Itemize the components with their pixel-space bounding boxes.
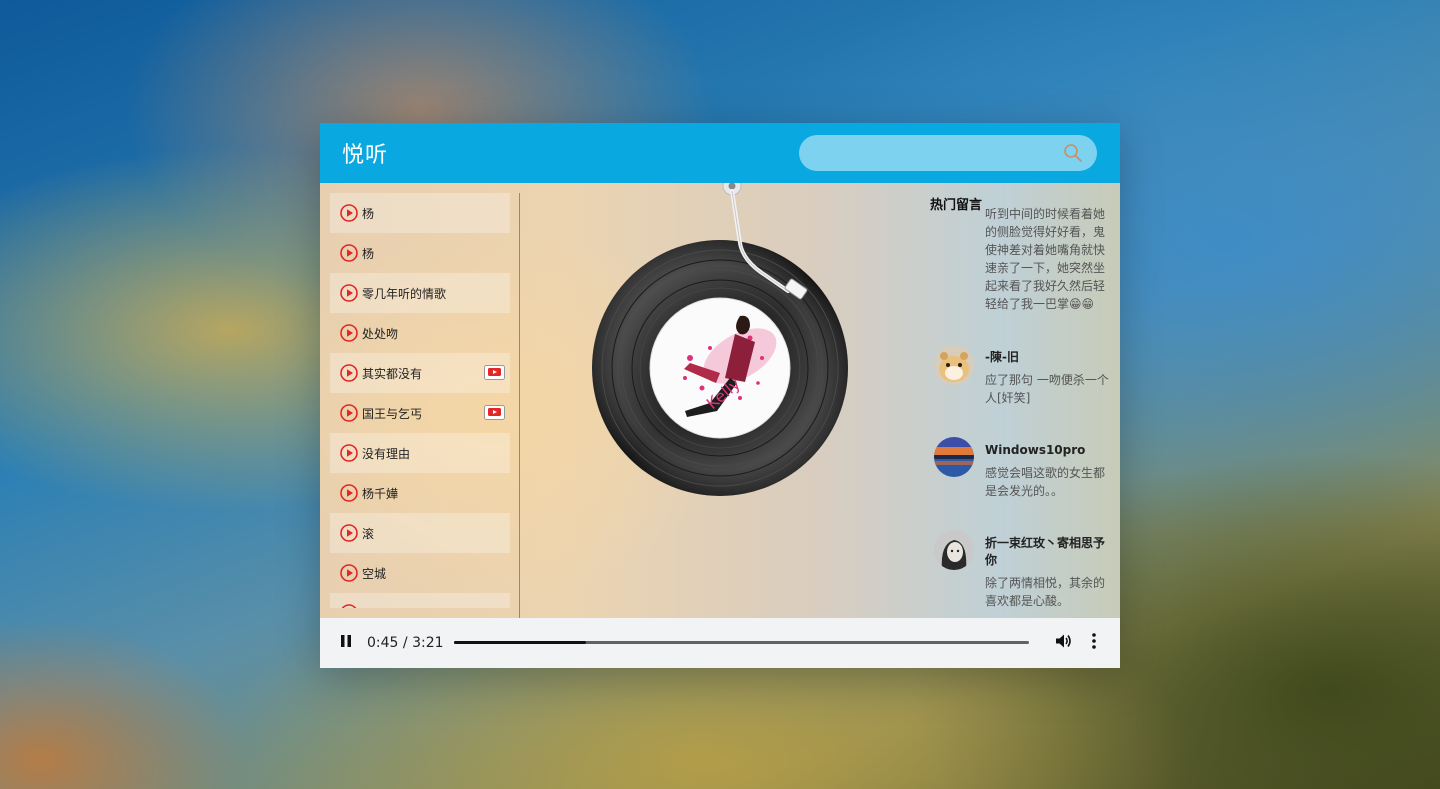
more-options-icon[interactable] (1090, 632, 1098, 650)
search-box[interactable] (799, 135, 1097, 171)
song-list-item[interactable]: 其实都没有 (330, 353, 510, 393)
song-name: 零几年听的情歌 (362, 287, 447, 301)
play-circle-icon[interactable] (340, 404, 358, 422)
play-circle-icon[interactable] (340, 364, 358, 382)
main-content: 杨杨零几年听的情歌 处处吻 其实都没有 国王与乞丐 没有理由 杨千嬅滚空城 Ke… (320, 183, 1120, 618)
song-name: 杨 (362, 247, 375, 261)
play-circle-icon[interactable] (340, 524, 358, 542)
hot-comments-panel: 热门留言 听到中间的时候看着她的侧脸觉得好好看，鬼使神差对着她嘴角就快速亲了一下… (928, 183, 1120, 618)
song-list-item[interactable]: 国王与乞丐 (330, 393, 510, 433)
song-list-item[interactable]: 处处吻 (330, 313, 510, 353)
app-title: 悦听 (342, 143, 389, 168)
mv-video-icon[interactable] (484, 365, 505, 380)
mv-video-icon[interactable] (484, 405, 505, 420)
song-name: 杨千嬅 (362, 487, 399, 501)
progress-fill (454, 641, 587, 644)
play-circle-icon[interactable] (340, 284, 358, 302)
header-bar: 悦听 (320, 123, 1120, 183)
comment-text: 除了两情相悦，其余的喜欢都是心酸。 (985, 576, 1106, 608)
comment-text: 应了那句 一吻便杀一个人[奸笑] (985, 373, 1109, 405)
song-list-item[interactable]: 滚 (330, 513, 510, 553)
duration: 3:21 (412, 635, 444, 651)
song-list-item[interactable]: 杨 (330, 233, 510, 273)
play-circle-icon[interactable] (340, 204, 358, 222)
audio-player: 0:45 / 3:21 (320, 618, 1120, 668)
search-icon[interactable] (1063, 143, 1083, 163)
comment-text: 听到中间的时候看着她的侧脸觉得好好看，鬼使神差对着她嘴角就快速亲了一下，她突然坐… (985, 207, 1106, 311)
play-circle-icon[interactable] (340, 564, 358, 582)
sunset-lake-avatar-icon (934, 437, 974, 477)
music-player-window: 悦听 杨杨零几年听的情歌处处吻其实都没有国王与乞丐没有理由杨千嬅滚空城 (320, 123, 1120, 668)
current-time: 0:45 (367, 635, 399, 651)
song-name: 国王与乞丐 (362, 407, 423, 421)
time-separator: / (402, 635, 408, 651)
play-circle-icon[interactable] (340, 444, 358, 462)
song-name: 滚 (362, 527, 375, 541)
time-display: 0:45 / 3:21 (367, 635, 444, 651)
song-name: 没有理由 (362, 447, 411, 461)
song-list-item[interactable]: 空城 (330, 553, 510, 593)
song-name: 空城 (362, 567, 387, 581)
list-divider (519, 193, 520, 618)
song-list-item[interactable] (330, 593, 510, 608)
song-name: 杨 (362, 207, 375, 221)
hamster-avatar-icon (934, 345, 974, 385)
search-input[interactable] (815, 141, 1049, 167)
comments-title: 热门留言 (930, 198, 983, 213)
tonearm (722, 183, 808, 300)
song-name: 其实都没有 (362, 367, 423, 381)
pause-icon[interactable] (339, 634, 353, 648)
play-circle-icon[interactable] (340, 324, 358, 342)
comment-author: -陳-旧 (985, 350, 1019, 364)
song-list-item[interactable]: 零几年听的情歌 (330, 273, 510, 313)
play-circle-icon[interactable] (340, 484, 358, 502)
song-list: 杨杨零几年听的情歌 处处吻 其实都没有 国王与乞丐 没有理由 杨千嬅滚空城 (330, 193, 510, 608)
song-list-item[interactable]: 没有理由 (330, 433, 510, 473)
song-list-item[interactable]: 杨千嬅 (330, 473, 510, 513)
volume-icon[interactable] (1054, 632, 1072, 650)
girl-portrait-avatar-icon (934, 530, 974, 570)
comment-text: 感觉会唱这歌的女生都是会发光的。。 (985, 466, 1106, 498)
song-name: 处处吻 (362, 327, 399, 341)
play-circle-icon[interactable] (340, 244, 358, 262)
album-cover: Kelly (650, 298, 790, 438)
song-list-item[interactable]: 杨 (330, 193, 510, 233)
progress-slider[interactable] (454, 641, 1029, 644)
comment-author: Windows10pro (985, 443, 1086, 457)
play-circle-icon[interactable] (340, 604, 358, 608)
comment-author: 折一束红玫丶寄相思予你 (985, 536, 1106, 567)
